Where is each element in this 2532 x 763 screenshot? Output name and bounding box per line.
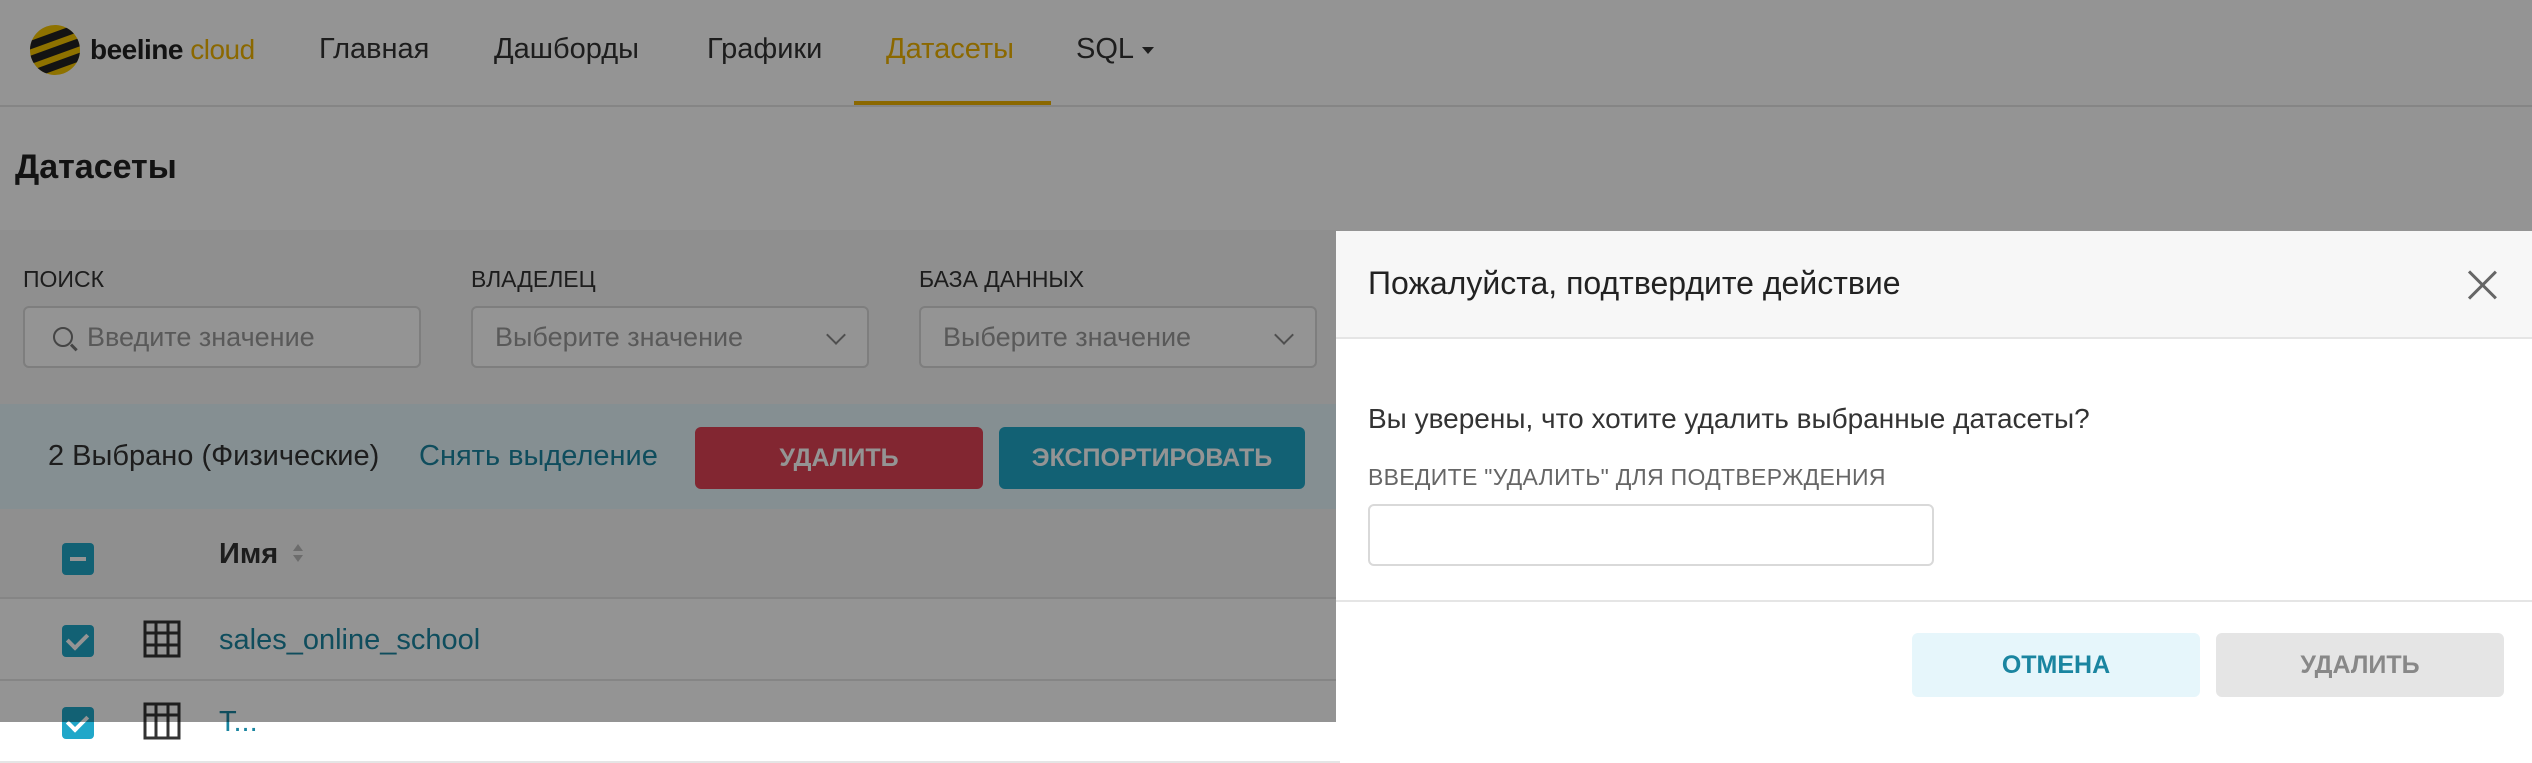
confirm-delete-button[interactable]: УДАЛИТЬ: [2216, 633, 2504, 697]
modal-header: Пожалуйста, подтвердите действие: [1336, 231, 2532, 339]
confirm-hint-label: ВВЕДИТЕ "УДАЛИТЬ" ДЛЯ ПОДТВЕРЖДЕНИЯ: [1368, 464, 1886, 490]
close-icon[interactable]: [2466, 269, 2498, 301]
confirm-delete-modal: Пожалуйста, подтвердите действие Вы увер…: [1336, 231, 2532, 722]
cancel-button[interactable]: ОТМЕНА: [1912, 633, 2200, 697]
modal-question: Вы уверены, что хотите удалить выбранные…: [1368, 403, 2090, 434]
modal-title: Пожалуйста, подтвердите действие: [1368, 265, 1901, 301]
modal-divider: [1336, 600, 2532, 602]
confirm-text-input[interactable]: [1368, 504, 1934, 566]
